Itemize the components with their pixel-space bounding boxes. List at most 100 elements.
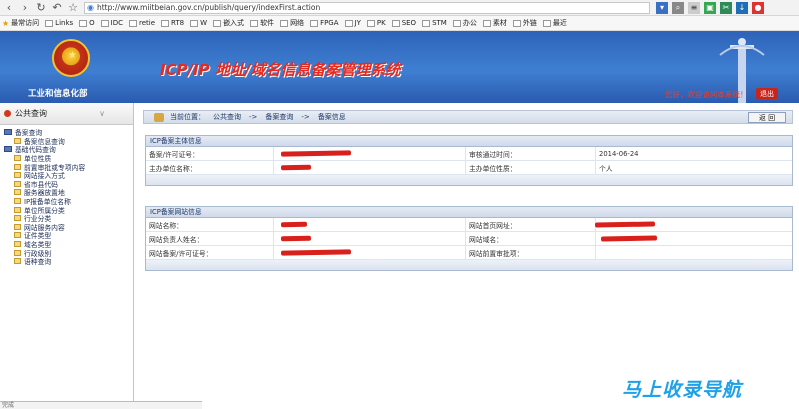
bookmark-item[interactable]: 办公 [452, 18, 477, 28]
sidebar-item[interactable]: 行业分类 [0, 214, 133, 223]
extension-icon[interactable]: ▣ [704, 1, 716, 14]
redaction-mark [600, 235, 658, 242]
sidebar-item[interactable]: 证件类型 [0, 231, 133, 240]
redaction-mark [280, 235, 312, 242]
folder-icon [280, 19, 289, 27]
table-row: 网站负责人姓名： 网站域名： [146, 232, 792, 246]
page-info-icon: ◉ [87, 3, 94, 12]
sidebar: 公共查询 ∨ 备案查询 备案信息查询 基础代码查询 单位性质 前置审批或专项内容… [0, 103, 134, 409]
bullet-icon [4, 110, 11, 117]
sidebar-group-base-code[interactable]: 基础代码查询 [0, 145, 133, 154]
bookmark-item[interactable]: STM [422, 19, 447, 27]
panel-footer [146, 175, 792, 185]
bookmark-item[interactable]: JY [344, 19, 361, 27]
bookmark-item[interactable]: retie [129, 19, 155, 27]
folder-icon [250, 19, 259, 27]
watermark: 马上收录导航 [622, 379, 743, 401]
search-icon[interactable]: ⌕ [672, 1, 684, 14]
bookmark-item[interactable]: W [190, 19, 207, 27]
sidebar-item[interactable]: 单位所属分类 [0, 205, 133, 215]
field-label: 网站前置审批项： [466, 246, 596, 259]
field-value: 个人 [599, 164, 613, 173]
sidebar-group-filing-query[interactable]: 备案查询 [0, 128, 133, 137]
bookmark-item[interactable]: 素材 [482, 18, 507, 28]
ministry-name: 工业和信息化部 [28, 89, 88, 99]
field-label: 主办单位名称： [146, 161, 274, 174]
field-label: 审核通过时间： [466, 147, 596, 160]
back-arrow-icon[interactable]: ‹ [2, 1, 16, 15]
screenshot-icon[interactable]: ✂ [720, 1, 732, 14]
document-icon [14, 163, 21, 170]
site-header: ★ 工业和信息化部 ICP/IP 地址/域名信息备案管理系统 您好，欢迎访问本系… [0, 31, 799, 103]
folder-icon [391, 19, 400, 27]
panel-title: ICP备案网站信息 [146, 207, 792, 218]
bookmark-item[interactable]: IDC [100, 19, 123, 27]
redaction-mark [280, 249, 352, 256]
icp-site-panel: ICP备案网站信息 网站名称： 网站首页网址： 网站负责人姓名： 网站域名： 网… [145, 206, 793, 271]
home-icon [154, 112, 164, 122]
bookmark-item[interactable]: FPGA [310, 19, 339, 27]
folder-icon [512, 19, 521, 27]
menu-icon[interactable]: ≡ [688, 1, 700, 14]
document-icon [14, 206, 21, 213]
welcome-text: 您好，欢迎访问本系统！ [665, 90, 748, 99]
address-bar[interactable]: ◉ http://www.miitbeian.gov.cn/publish/qu… [84, 1, 650, 14]
logout-button[interactable]: 退出 [756, 88, 778, 99]
address-text: http://www.miitbeian.gov.cn/publish/quer… [96, 3, 321, 12]
sidebar-item[interactable]: 网站服务内容 [0, 223, 133, 232]
field-value-redacted [274, 161, 466, 174]
field-label: 网站负责人姓名： [146, 232, 274, 245]
star-icon: ★ [2, 18, 10, 28]
sidebar-header[interactable]: 公共查询 ∨ [0, 103, 133, 125]
sidebar-item[interactable]: 省市县代码 [0, 180, 133, 189]
undo-icon[interactable]: ↶ [50, 1, 64, 15]
bookmark-item[interactable]: Links [45, 19, 73, 27]
sidebar-item[interactable]: 前置审批或专项内容 [0, 162, 133, 172]
bookmark-item[interactable]: SEO [391, 19, 416, 27]
bookmark-item[interactable]: O [79, 19, 95, 27]
field-label: 主办单位性质： [466, 161, 596, 174]
sidebar-item[interactable]: 语种查询 [0, 257, 133, 266]
folder-icon [366, 19, 375, 27]
field-label: 备案/许可证号： [146, 147, 274, 160]
addon-icon[interactable]: ● [752, 1, 764, 14]
sidebar-item[interactable]: 域名类型 [0, 240, 133, 249]
reload-icon[interactable]: ↻ [34, 1, 48, 15]
bookmark-item[interactable]: ★ 最常访问 [2, 18, 39, 28]
document-icon [14, 249, 21, 256]
collapse-chevron-icon[interactable]: ∨ [99, 109, 105, 118]
search-engine-icon[interactable]: ▾ [656, 1, 668, 14]
document-icon [14, 155, 21, 162]
redaction-mark [280, 150, 352, 157]
bookmark-item[interactable]: 网络 [280, 18, 304, 28]
sidebar-item[interactable]: 网站接入方式 [0, 171, 133, 180]
status-bar: 完成 [0, 401, 202, 409]
folder-icon [129, 19, 138, 27]
breadcrumb-prefix: 当前位置： [170, 113, 205, 121]
folder-icon [213, 19, 222, 27]
bookmark-item[interactable]: 嵌入式 [213, 18, 244, 28]
bookmark-item[interactable]: 外链 [512, 18, 537, 28]
sidebar-item[interactable]: IP报备单位名称 [0, 197, 133, 206]
field-label: 网站名称： [146, 218, 274, 231]
panel-footer [146, 260, 792, 270]
forward-arrow-icon[interactable]: › [18, 1, 32, 15]
breadcrumb-item: 备案查询 [265, 113, 294, 121]
table-row: 备案/许可证号： 审核通过时间： 2014-06-24 [146, 147, 792, 161]
panel-title: ICP备案主体信息 [146, 136, 792, 147]
folder-icon [452, 19, 461, 27]
field-label: 网站备案/许可证号： [146, 246, 274, 259]
sidebar-item[interactable]: 行政级别 [0, 248, 133, 258]
bookmark-star-icon[interactable]: ☆ [66, 1, 80, 15]
bookmark-item[interactable]: 最近 [542, 18, 567, 28]
bookmarks-bar: ★ 最常访问 Links O IDC retie RT8 W 嵌入式 软件 网络 … [0, 16, 799, 31]
download-icon[interactable]: ↓ [736, 1, 748, 14]
bookmark-item[interactable]: PK [366, 19, 386, 27]
bookmark-item[interactable]: 软件 [250, 18, 274, 28]
table-row: 主办单位名称： 主办单位性质： 个人 [146, 161, 792, 175]
breadcrumb-item: 公共查询 [213, 113, 241, 121]
national-emblem-icon: ★ [52, 39, 90, 77]
back-button[interactable]: 返 回 [748, 112, 786, 123]
icp-subject-panel: ICP备案主体信息 备案/许可证号： 审核通过时间： 2014-06-24 主办… [145, 135, 793, 186]
bookmark-item[interactable]: RT8 [161, 19, 184, 27]
